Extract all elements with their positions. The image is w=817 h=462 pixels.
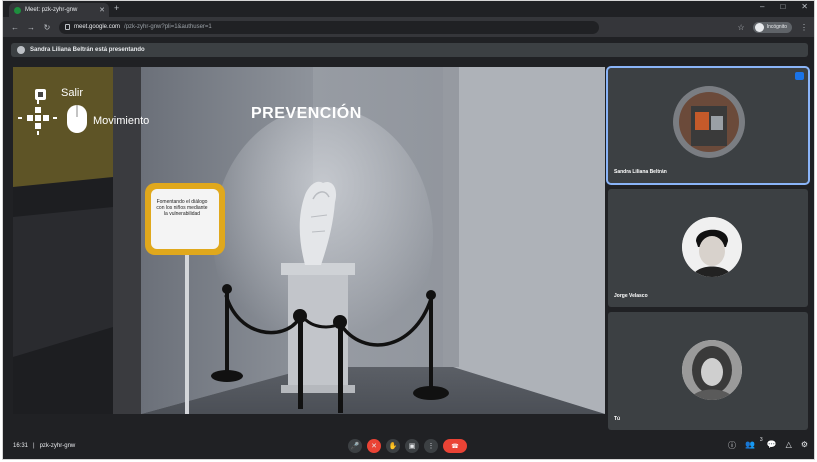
presenting-text: Sandra Liliana Beltrán está presentando	[30, 47, 145, 53]
bookmark-star-icon[interactable]: ☆	[738, 23, 745, 32]
minimize-button[interactable]: –	[760, 2, 764, 11]
sign-text: Fomentando el diálogo con los niños medi…	[156, 199, 208, 217]
camera-off-button[interactable]: ✕	[367, 439, 381, 453]
separator: |	[33, 443, 35, 449]
hud-move-label: Movimiento	[93, 115, 150, 127]
toolbar-right: ☆ Incógnito ⋮	[738, 21, 808, 33]
participants-count: 3	[759, 437, 763, 443]
incognito-icon	[754, 22, 764, 32]
chat-icon[interactable]: 💬	[767, 440, 777, 451]
meet-favicon-icon	[14, 6, 21, 14]
raise-hand-button[interactable]: ✋	[386, 439, 400, 453]
mic-button[interactable]: 🎤	[348, 439, 362, 453]
avatar	[673, 86, 745, 158]
maximize-button[interactable]: □	[780, 2, 785, 11]
participant-tile-jorge[interactable]: Jorge Velasco	[608, 189, 808, 307]
browser-menu-icon[interactable]: ⋮	[800, 23, 808, 32]
profile-button[interactable]: Incógnito	[752, 21, 792, 33]
close-window-button[interactable]: ✕	[801, 2, 808, 11]
tab-strip: Meet: pzk-zyhr-gnw ✕ + – □ ✕	[3, 1, 814, 17]
participant-name: Jorge Velasco	[614, 293, 648, 299]
new-tab-button[interactable]: +	[114, 3, 119, 13]
meeting-code: pzk-zyhr-gnw	[39, 443, 76, 449]
participant-name: Sandra Liliana Beltrán	[614, 169, 667, 175]
avatar	[682, 217, 742, 277]
tab-close-icon[interactable]: ✕	[99, 6, 109, 14]
present-button[interactable]: ▣	[405, 439, 419, 453]
host-controls-icon[interactable]: ⚙	[801, 440, 808, 451]
profile-label: Incógnito	[766, 24, 787, 30]
url-path: /pzk-zyhr-gnw?pli=1&authuser=1	[124, 24, 212, 30]
presenting-banner: Sandra Liliana Beltrán está presentando	[11, 43, 808, 57]
people-icon[interactable]: 👥 3	[744, 437, 763, 451]
forward-button[interactable]: →	[27, 23, 35, 32]
pin-badge-icon	[795, 72, 804, 80]
address-bar[interactable]: meet.google.com /pzk-zyhr-gnw?pli=1&auth…	[59, 20, 599, 34]
people-glyph: 👥	[744, 440, 755, 449]
participant-tile-sandra[interactable]: Sandra Liliana Beltrán	[606, 66, 810, 185]
hud-exit-label: Salir	[61, 87, 84, 99]
browser-window: Meet: pzk-zyhr-gnw ✕ + – □ ✕ ← → ↻ meet.…	[2, 0, 815, 460]
info-icon[interactable]: ⓘ	[728, 440, 736, 451]
browser-tab[interactable]: Meet: pzk-zyhr-gnw ✕	[9, 3, 109, 17]
back-button[interactable]: ←	[11, 23, 19, 32]
reload-button[interactable]: ↻	[43, 23, 51, 32]
call-controls: 🎤 ✕ ✋ ▣ ⋮ ☎	[348, 439, 467, 453]
activities-icon[interactable]: △	[786, 440, 792, 451]
side-panel-controls: ⓘ 👥 3 💬 △ ⚙	[728, 437, 808, 451]
shared-screen: Salir Movimiento PREVENCIÓN Fomentando e…	[13, 67, 605, 414]
more-options-button[interactable]: ⋮	[424, 439, 438, 453]
clock: 16:31	[13, 443, 29, 449]
room-title: PREVENCIÓN	[251, 105, 362, 122]
avatar	[682, 340, 742, 400]
browser-toolbar: ← → ↻ meet.google.com /pzk-zyhr-gnw?pli=…	[3, 17, 814, 37]
window-controls: – □ ✕	[760, 2, 808, 11]
url-host: meet.google.com	[74, 24, 121, 30]
tab-title: Meet: pzk-zyhr-gnw	[25, 7, 78, 13]
meeting-info: 16:31 | pzk-zyhr-gnw	[13, 443, 75, 449]
end-call-button[interactable]: ☎	[443, 439, 467, 453]
meeting-bottom-bar: 16:31 | pzk-zyhr-gnw 🎤 ✕ ✋ ▣ ⋮ ☎ ⓘ 👥 3 💬 …	[3, 431, 814, 459]
lock-icon	[65, 24, 70, 30]
presenter-avatar	[17, 46, 25, 54]
participant-name: Tú	[614, 416, 621, 422]
participant-tile-self[interactable]: Tú	[608, 312, 808, 430]
